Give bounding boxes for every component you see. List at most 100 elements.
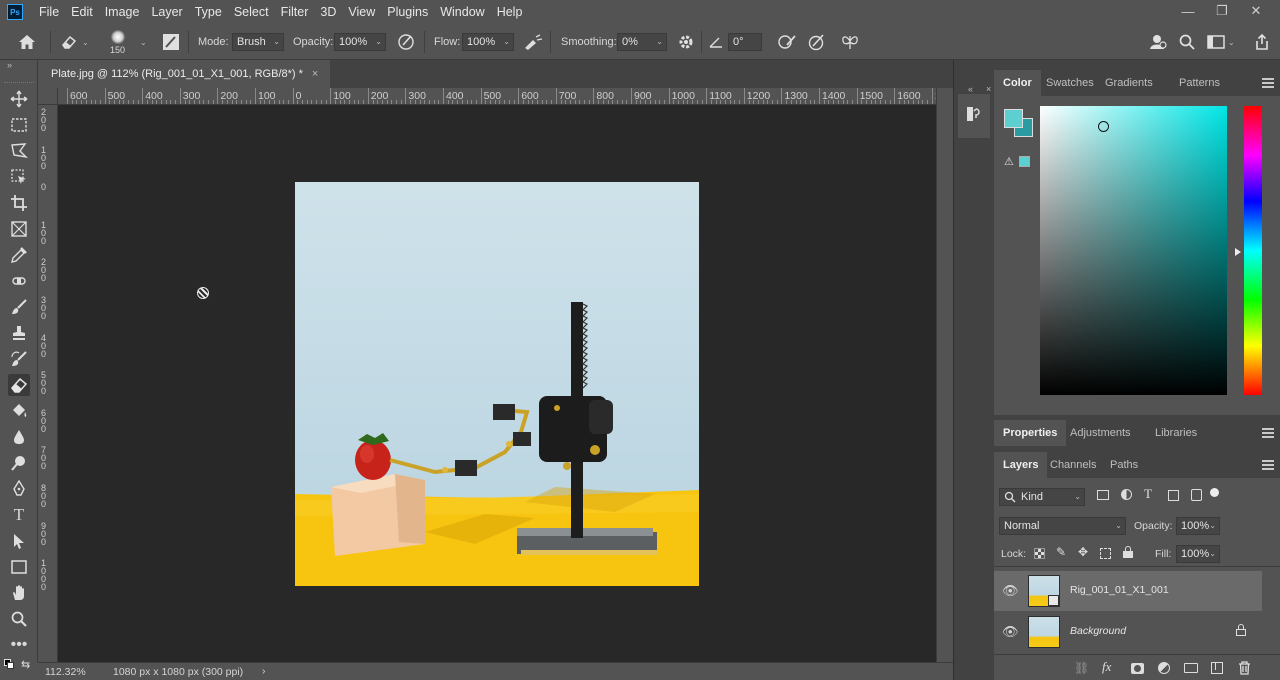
- menu-help[interactable]: Help: [491, 0, 529, 24]
- flow-dropdown[interactable]: 100% ⌄: [462, 33, 514, 51]
- share-button[interactable]: [1253, 24, 1271, 60]
- angle-input[interactable]: 0°: [728, 33, 762, 51]
- layer-name[interactable]: Background: [1070, 625, 1126, 637]
- lock-all-icon[interactable]: [1123, 546, 1133, 558]
- minimize-button[interactable]: —: [1171, 0, 1205, 22]
- menu-3d[interactable]: 3D: [314, 0, 342, 24]
- home-button[interactable]: [18, 24, 36, 60]
- layer-row-background[interactable]: 👁 Background: [994, 612, 1262, 652]
- menu-type[interactable]: Type: [189, 0, 228, 24]
- filter-toggle-icon[interactable]: [1210, 488, 1219, 497]
- history-panel-button[interactable]: [962, 102, 986, 126]
- expand-panels-button[interactable]: «: [968, 84, 973, 94]
- brush-preset-picker[interactable]: 150: [110, 24, 125, 60]
- tab-color[interactable]: Color: [994, 70, 1041, 96]
- menu-select[interactable]: Select: [228, 0, 275, 24]
- pressure-opacity-button[interactable]: [396, 24, 416, 60]
- fx-icon[interactable]: fx: [1102, 659, 1111, 675]
- hue-slider-handle[interactable]: [1235, 248, 1241, 256]
- pressure-size-button[interactable]: [777, 24, 797, 60]
- link-layers-icon[interactable]: ⛓: [1074, 661, 1089, 675]
- frame-tool[interactable]: [8, 218, 30, 240]
- color-picker-cursor[interactable]: [1098, 121, 1109, 132]
- menu-filter[interactable]: Filter: [275, 0, 315, 24]
- path-selection-tool[interactable]: [8, 530, 30, 552]
- history-brush-tool[interactable]: [8, 348, 30, 370]
- workspace-button[interactable]: ⌄: [1207, 24, 1235, 60]
- collapse-toolbar-button[interactable]: »: [7, 60, 12, 70]
- vertical-ruler[interactable]: 2 0 0 1 0 0 0 1 0 0 2 0 0 3 0 0 4 0 0 5 0 0 6 0 …: [38, 105, 58, 662]
- menu-window[interactable]: Window: [434, 0, 490, 24]
- smoothing-dropdown[interactable]: 0% ⌄: [617, 33, 667, 51]
- filter-pixel-icon[interactable]: [1097, 490, 1109, 500]
- opacity-dropdown[interactable]: 100% ⌄: [334, 33, 386, 51]
- canvas-vertical-scrollbar[interactable]: [936, 88, 953, 662]
- tab-swatches[interactable]: Swatches: [1037, 70, 1103, 96]
- brush-settings-button[interactable]: [162, 24, 180, 60]
- edit-toolbar-button[interactable]: •••: [8, 634, 30, 656]
- blur-tool[interactable]: [8, 426, 30, 448]
- eraser-tool[interactable]: [8, 374, 30, 396]
- tab-patterns[interactable]: Patterns: [1170, 70, 1229, 96]
- tab-adjustments[interactable]: Adjustments: [1061, 420, 1140, 446]
- eyedropper-tool[interactable]: [8, 244, 30, 266]
- layer-name[interactable]: Rig_001_01_X1_001: [1070, 584, 1169, 596]
- eraser-tool-preset[interactable]: ⌄: [60, 24, 89, 60]
- zoom-level[interactable]: 112.32%: [45, 666, 86, 678]
- hue-slider[interactable]: [1244, 106, 1262, 395]
- lock-transparent-icon[interactable]: [1034, 548, 1045, 559]
- filter-type-icon[interactable]: T: [1144, 486, 1152, 502]
- pen-tool[interactable]: [8, 478, 30, 500]
- move-tool[interactable]: [8, 88, 30, 110]
- smoothing-settings-button[interactable]: [677, 24, 695, 60]
- paint-bucket-tool[interactable]: [8, 400, 30, 422]
- layers-panel-menu-icon[interactable]: [1262, 460, 1274, 470]
- filter-adjustment-icon[interactable]: [1121, 489, 1132, 500]
- visibility-eye-icon[interactable]: 👁: [1002, 583, 1019, 599]
- filter-shape-icon[interactable]: [1168, 490, 1179, 501]
- rectangle-tool[interactable]: [8, 556, 30, 578]
- new-layer-icon[interactable]: [1211, 662, 1223, 674]
- gamut-color-swatch[interactable]: [1019, 156, 1030, 167]
- properties-panel-menu-icon[interactable]: [1262, 428, 1274, 438]
- tab-paths[interactable]: Paths: [1101, 452, 1147, 478]
- layer-lock-icon[interactable]: [1236, 624, 1246, 636]
- search-button[interactable]: [1178, 24, 1196, 60]
- brush-tool[interactable]: [8, 296, 30, 318]
- marquee-tool[interactable]: [8, 114, 30, 136]
- layer-row-rig[interactable]: 👁 Rig_001_01_X1_001: [994, 571, 1262, 611]
- erase-to-history-button[interactable]: [807, 24, 827, 60]
- close-window-button[interactable]: ✕: [1239, 0, 1273, 22]
- foreground-color-swatch[interactable]: [1004, 109, 1023, 128]
- tab-libraries[interactable]: Libraries: [1146, 420, 1206, 446]
- tab-gradients[interactable]: Gradients: [1096, 70, 1162, 96]
- clone-stamp-tool[interactable]: [8, 322, 30, 344]
- visibility-eye-icon[interactable]: 👁: [1002, 624, 1019, 640]
- brush-picker-arrow[interactable]: ⌄: [140, 24, 147, 60]
- saturation-value-field[interactable]: [1040, 106, 1227, 395]
- status-menu-arrow[interactable]: ›: [262, 665, 266, 677]
- crop-tool[interactable]: [8, 192, 30, 214]
- blend-mode-dropdown[interactable]: Normal ⌄: [999, 517, 1126, 535]
- swap-colors-icon[interactable]: ⇆: [21, 658, 30, 671]
- menu-file[interactable]: File: [33, 0, 65, 24]
- gamut-warning-icon[interactable]: ⚠: [1004, 155, 1014, 168]
- layer-opacity-dropdown[interactable]: 100% ⌄: [1176, 517, 1220, 535]
- document-image[interactable]: [295, 182, 699, 586]
- lasso-tool[interactable]: [8, 140, 30, 162]
- new-group-folder-icon[interactable]: [1184, 663, 1198, 673]
- trash-icon[interactable]: [1238, 661, 1251, 675]
- close-tab-button[interactable]: ×: [312, 68, 318, 80]
- zoom-tool[interactable]: [8, 608, 30, 630]
- airbrush-button[interactable]: [522, 24, 544, 60]
- menu-image[interactable]: Image: [99, 0, 146, 24]
- fill-dropdown[interactable]: 100% ⌄: [1176, 545, 1220, 563]
- account-button[interactable]: [1148, 24, 1168, 60]
- hand-tool[interactable]: [8, 582, 30, 604]
- close-dock-button[interactable]: ×: [986, 84, 991, 94]
- default-colors-icon[interactable]: [4, 659, 16, 671]
- color-panel-menu-icon[interactable]: [1262, 78, 1274, 88]
- menu-plugins[interactable]: Plugins: [381, 0, 434, 24]
- menu-view[interactable]: View: [342, 0, 381, 24]
- tab-layers[interactable]: Layers: [994, 452, 1048, 478]
